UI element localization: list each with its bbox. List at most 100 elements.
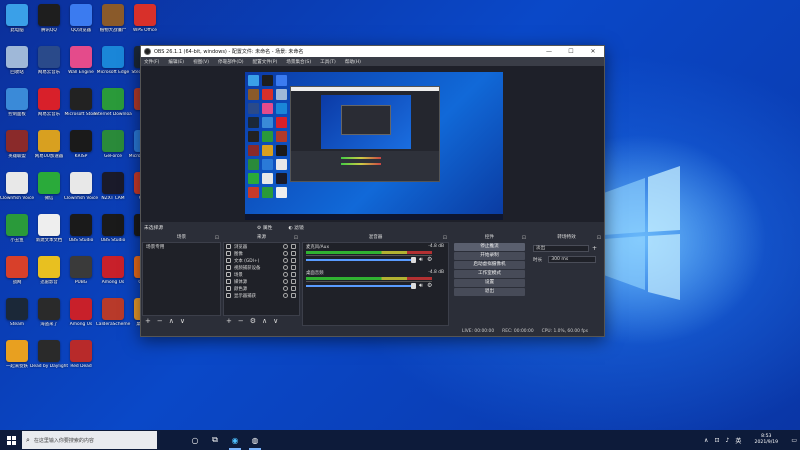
- studio-mode-button[interactable]: 工作室模式: [454, 270, 525, 278]
- exit-button[interactable]: 退出: [454, 288, 525, 296]
- desktop-icon[interactable]: 一起来捉妖: [0, 338, 34, 381]
- clock[interactable]: 8:53 2021/9/19: [744, 434, 788, 446]
- obs-preview[interactable]: [141, 66, 604, 222]
- close-icon[interactable]: ✕: [582, 48, 604, 55]
- desktop-icon[interactable]: OBS Studio: [64, 212, 98, 255]
- ime-icon[interactable]: 英: [735, 436, 741, 445]
- desktop-icon[interactable]: 海盗来了: [32, 296, 66, 339]
- source-item[interactable]: 媒体源: [224, 278, 299, 285]
- source-item[interactable]: 文本 (GDI+): [224, 257, 299, 264]
- start-recording-button[interactable]: 开始录制: [454, 252, 525, 260]
- desktop-icon[interactable]: 战网: [0, 254, 34, 297]
- desktop-icon[interactable]: Wall Engine: [64, 44, 98, 87]
- volume-icon[interactable]: ♪: [725, 437, 729, 444]
- speaker-icon[interactable]: 🔊︎: [419, 282, 423, 290]
- desktop-icon[interactable]: CalderaScheme: [96, 296, 130, 339]
- desktop-icon[interactable]: 英雄联盟: [0, 128, 34, 171]
- duration-input[interactable]: 300 ms: [548, 256, 597, 263]
- source-item[interactable]: 场景: [224, 271, 299, 278]
- desktop-icon[interactable]: Red Dead: [64, 338, 98, 381]
- desktop-icon[interactable]: Dead by Daylight: [30, 338, 68, 381]
- desktop-icon[interactable]: 新建文本文档: [32, 212, 66, 255]
- speaker-icon[interactable]: 🔊︎: [419, 256, 423, 264]
- desktop-icon[interactable]: Clownfish Voice: [64, 170, 98, 213]
- notifications-icon[interactable]: ▭: [791, 437, 797, 444]
- menu-tools[interactable]: 工具(T): [320, 59, 336, 65]
- source-settings-icon[interactable]: ⚙: [250, 317, 256, 325]
- desktop-icon[interactable]: 腾讯QQ: [32, 2, 66, 45]
- volume-slider[interactable]: [306, 283, 416, 289]
- menu-edit[interactable]: 编辑(E): [168, 59, 184, 65]
- visibility-icon[interactable]: [283, 272, 288, 277]
- visibility-icon[interactable]: [283, 265, 288, 270]
- tray-chevron-icon[interactable]: ∧: [704, 437, 708, 444]
- gear-icon[interactable]: ⚙: [427, 282, 432, 289]
- desktop-icon[interactable]: QQ浏览器: [64, 2, 98, 45]
- desktop-icon[interactable]: Steam: [0, 296, 34, 339]
- lock-icon[interactable]: [291, 279, 296, 284]
- taskbar-search[interactable]: ⌕ 在这里输入你要搜索的内容: [22, 431, 157, 449]
- remove-source-button[interactable]: −: [238, 317, 244, 325]
- desktop-icon[interactable]: 控制面板: [0, 86, 34, 129]
- source-item[interactable]: 颜色源: [224, 285, 299, 292]
- move-up-button[interactable]: ∧: [262, 317, 267, 325]
- source-item[interactable]: 视频捕获设备: [224, 264, 299, 271]
- start-virtual-camera-button[interactable]: 启动虚拟摄像机: [454, 261, 525, 269]
- obs-taskbar-icon[interactable]: ◍: [245, 430, 265, 450]
- menu-view[interactable]: 视图(V): [193, 59, 209, 65]
- move-down-button[interactable]: ∨: [273, 317, 278, 325]
- menu-file[interactable]: 文件(F): [144, 59, 159, 65]
- lock-icon[interactable]: [291, 251, 296, 256]
- desktop-icon[interactable]: 小丑鱼: [0, 212, 34, 255]
- desktop-icon[interactable]: WPS Office: [128, 2, 162, 45]
- desktop-icon[interactable]: 网易云音乐: [32, 44, 66, 87]
- desktop-icon[interactable]: 植物大战僵尸: [96, 2, 130, 45]
- network-icon[interactable]: ⊡: [714, 437, 719, 444]
- desktop-icon[interactable]: 迅雷影音: [32, 254, 66, 297]
- dock-float-icon[interactable]: ⊡: [215, 234, 219, 242]
- volume-slider[interactable]: [306, 257, 416, 263]
- lock-icon[interactable]: [291, 286, 296, 291]
- cortana-icon[interactable]: ○: [185, 430, 205, 450]
- dock-float-icon[interactable]: ⊡: [443, 234, 447, 242]
- visibility-icon[interactable]: [283, 279, 288, 284]
- desktop-icon[interactable]: NZXT CAM: [96, 170, 130, 213]
- desktop-icon[interactable]: 此电脑: [0, 2, 34, 45]
- add-source-button[interactable]: +: [226, 317, 232, 325]
- lock-icon[interactable]: [291, 258, 296, 263]
- desktop-icon[interactable]: Among Us: [96, 254, 130, 297]
- menu-help[interactable]: 帮助(H): [345, 59, 361, 65]
- transition-select[interactable]: 淡出: [533, 245, 589, 252]
- desktop-icon[interactable]: 微信: [32, 170, 66, 213]
- remove-scene-button[interactable]: −: [157, 317, 163, 325]
- lock-icon[interactable]: [291, 293, 296, 298]
- desktop-icon[interactable]: Microsoft Store: [64, 86, 98, 129]
- edge-taskbar-icon[interactable]: ◉: [225, 430, 245, 450]
- lock-icon[interactable]: [291, 265, 296, 270]
- desktop-icon[interactable]: Microsoft Edge: [96, 44, 130, 87]
- desktop-icon[interactable]: 回收站: [0, 44, 34, 87]
- dock-float-icon[interactable]: ⊡: [522, 234, 526, 242]
- scene-item[interactable]: 场景专用: [143, 243, 220, 251]
- source-item[interactable]: 浏览器: [224, 243, 299, 250]
- add-scene-button[interactable]: +: [145, 317, 151, 325]
- visibility-icon[interactable]: [283, 251, 288, 256]
- menu-profile[interactable]: 配置文件(P): [253, 59, 278, 65]
- desktop-icon[interactable]: OBS Studio: [96, 212, 130, 255]
- start-button[interactable]: [0, 430, 22, 450]
- move-down-button[interactable]: ∨: [180, 317, 185, 325]
- desktop-icon[interactable]: KRISP: [64, 128, 98, 171]
- menu-scene-collection[interactable]: 场景集合(S): [286, 59, 311, 65]
- properties-button[interactable]: ⚙ 属性: [257, 224, 280, 231]
- dock-float-icon[interactable]: ⊡: [597, 234, 601, 242]
- stop-streaming-button[interactable]: 停止推流: [454, 243, 525, 251]
- desktop-icon[interactable]: Among Us: [64, 296, 98, 339]
- visibility-icon[interactable]: [283, 244, 288, 249]
- minimize-icon[interactable]: —: [538, 48, 560, 55]
- task-view-icon[interactable]: ⧉: [205, 430, 225, 450]
- desktop-icon[interactable]: PUBG: [64, 254, 98, 297]
- filters-button[interactable]: ◐ 滤镜: [288, 224, 311, 231]
- desktop-icon[interactable]: GeForce: [96, 128, 130, 171]
- menu-docks[interactable]: 停靠部件(D): [218, 59, 244, 65]
- desktop-icon[interactable]: 网易云音乐: [32, 86, 66, 129]
